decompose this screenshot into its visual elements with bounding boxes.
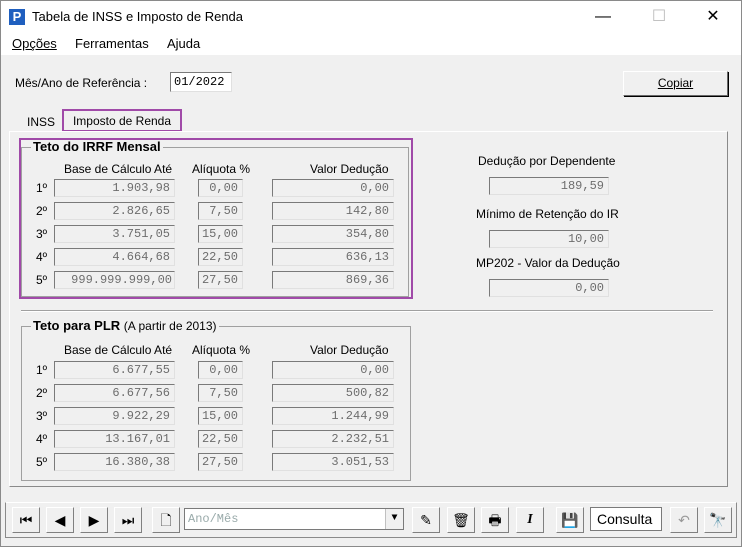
- reference-label: Mês/Ano de Referência :: [15, 76, 148, 90]
- title-bar: P Tabela de INSS e Imposto de Renda — ☐ …: [1, 1, 741, 33]
- plr-deducao-field[interactable]: 0,00: [272, 361, 394, 379]
- plr-col-base: Base de Cálculo Até: [64, 343, 173, 357]
- close-button[interactable]: ✕: [691, 5, 735, 29]
- reference-input[interactable]: 01/2022: [170, 72, 232, 92]
- first-record-icon[interactable]: ⏮: [12, 507, 40, 533]
- period-combo-placeholder: Ano/Mês: [188, 512, 239, 526]
- plr-col-aliquota: Alíquota %: [192, 343, 251, 357]
- plr-aliquota-field[interactable]: 22,50: [198, 430, 243, 448]
- last-record-icon[interactable]: ⏭: [114, 507, 142, 533]
- new-record-icon[interactable]: 🗋: [152, 507, 180, 533]
- irrf-highlight: [19, 138, 413, 299]
- menu-ferramentas-label: Ferramentas: [75, 36, 149, 51]
- plr-title-text: Teto para PLR: [33, 318, 121, 333]
- plr-deducao-field[interactable]: 1.244,99: [272, 407, 394, 425]
- delete-icon[interactable]: 🗑: [447, 507, 475, 533]
- tab-inss[interactable]: INSS: [21, 115, 61, 131]
- plr-aliquota-field[interactable]: 7,50: [198, 384, 243, 402]
- plr-deducao-field[interactable]: 500,82: [272, 384, 394, 402]
- italic-icon[interactable]: I: [516, 507, 544, 533]
- plr-base-field[interactable]: 16.380,38: [54, 453, 175, 471]
- plr-base-field[interactable]: 9.922,29: [54, 407, 175, 425]
- maximize-button[interactable]: ☐: [637, 5, 681, 29]
- plr-title: Teto para PLR (A partir de 2013): [31, 318, 219, 333]
- menu-ferramentas[interactable]: Ferramentas: [75, 36, 149, 51]
- menu-ajuda-label: Ajuda: [167, 36, 201, 51]
- dependente-field[interactable]: 189,59: [489, 177, 609, 195]
- menu-opcoes[interactable]: Opções: [12, 36, 57, 51]
- plr-deducao-field[interactable]: 2.232,51: [272, 430, 394, 448]
- app-icon: P: [9, 9, 25, 25]
- chevron-down-icon[interactable]: ▼: [385, 509, 403, 529]
- main-window: P Tabela de INSS e Imposto de Renda — ☐ …: [0, 0, 742, 547]
- plr-base-field[interactable]: 13.167,01: [54, 430, 175, 448]
- plr-row-num: 5º: [36, 455, 48, 469]
- minimize-button[interactable]: —: [581, 5, 625, 29]
- plr-base-field[interactable]: 6.677,56: [54, 384, 175, 402]
- plr-row-num: 3º: [36, 409, 48, 423]
- plr-aliquota-field[interactable]: 15,00: [198, 407, 243, 425]
- print-icon[interactable]: 🖶: [481, 507, 509, 533]
- plr-aliquota-field[interactable]: 0,00: [198, 361, 243, 379]
- separator: [21, 310, 713, 312]
- plr-row-num: 1º: [36, 363, 48, 377]
- plr-row-num: 4º: [36, 432, 48, 446]
- plr-col-deducao: Valor Dedução: [310, 343, 389, 357]
- copy-button-label: Copiar: [657, 76, 694, 90]
- save-icon[interactable]: 💾: [556, 507, 584, 533]
- plr-subtitle: (A partir de 2013): [123, 319, 217, 333]
- edit-icon[interactable]: ✎: [412, 507, 440, 533]
- minimo-label: Mínimo de Retenção do IR: [476, 207, 619, 221]
- menu-opcoes-label: Opções: [12, 36, 57, 51]
- search-icon[interactable]: 🔭: [704, 507, 732, 533]
- period-combo[interactable]: Ano/Mês ▼: [184, 508, 404, 530]
- consulta-field[interactable]: Consulta: [590, 507, 662, 531]
- plr-deducao-field[interactable]: 3.051,53: [272, 453, 394, 471]
- window-title: Tabela de INSS e Imposto de Renda: [32, 9, 244, 24]
- menu-bar: Opções Ferramentas Ajuda: [1, 33, 741, 55]
- dependente-label: Dedução por Dependente: [478, 154, 616, 168]
- plr-aliquota-field[interactable]: 27,50: [198, 453, 243, 471]
- mp202-field[interactable]: 0,00: [489, 279, 609, 297]
- undo-icon[interactable]: ↶: [670, 507, 698, 533]
- plr-row-num: 2º: [36, 386, 48, 400]
- next-record-icon[interactable]: ▶: [80, 507, 108, 533]
- previous-record-icon[interactable]: ◀: [46, 507, 74, 533]
- tab-highlight: [62, 109, 182, 132]
- minimo-field[interactable]: 10,00: [489, 230, 609, 248]
- copy-button[interactable]: Copiar: [623, 71, 728, 96]
- menu-ajuda[interactable]: Ajuda: [167, 36, 200, 51]
- mp202-label: MP202 - Valor da Dedução: [476, 256, 620, 270]
- plr-base-field[interactable]: 6.677,55: [54, 361, 175, 379]
